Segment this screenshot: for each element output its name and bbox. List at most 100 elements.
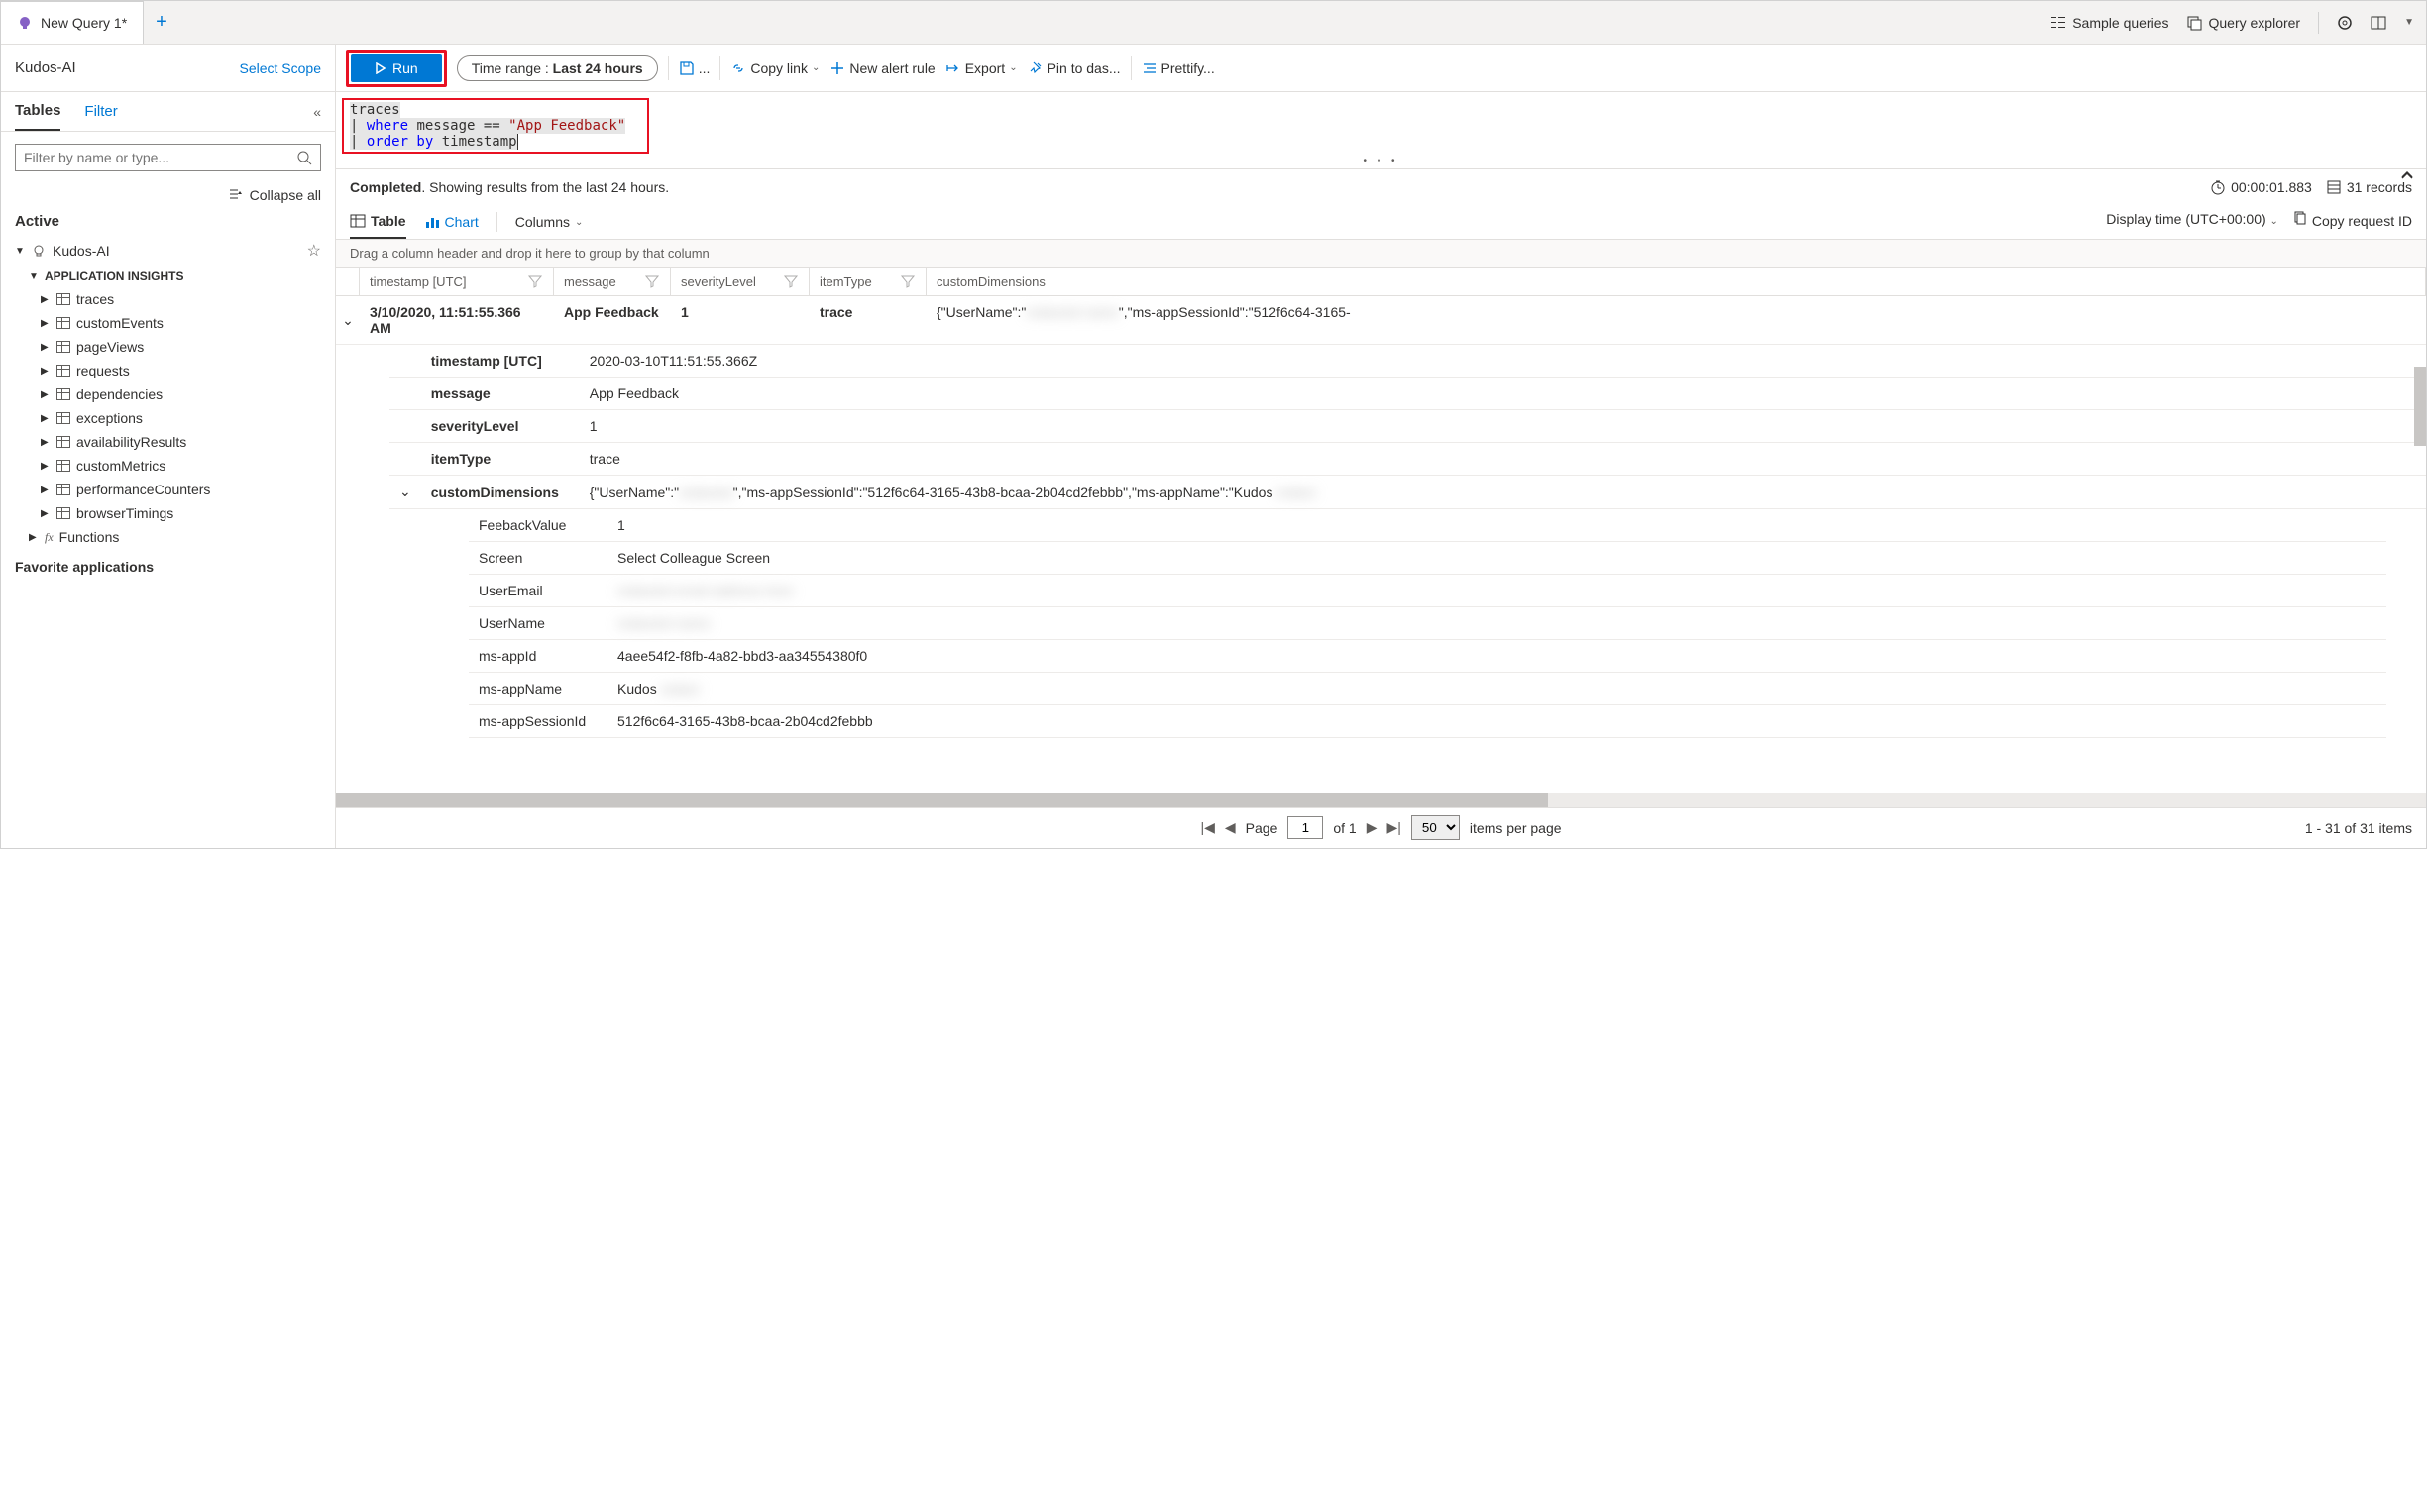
pager-page-label: Page [1246,820,1278,836]
lightbulb-icon [31,243,47,259]
table-row[interactable]: ⌄ 3/10/2020, 11:51:55.366 AM App Feedbac… [336,296,2426,345]
collapse-all-label: Collapse all [250,187,321,203]
tree-leaf-traces[interactable]: ▶traces [11,287,325,311]
star-icon[interactable]: ☆ [307,241,321,261]
table-icon [56,436,70,448]
lightbulb-icon [17,15,33,31]
status-summary: . Showing results from the last 24 hours… [421,179,669,195]
display-time-button[interactable]: Display time (UTC+00:00) ⌄ [2106,211,2278,227]
duration-stat: 00:00:01.883 [2210,179,2312,195]
caret-down-icon: ▼ [15,246,25,257]
table-icon [56,341,70,353]
copy-request-button[interactable]: Copy request ID [2292,210,2412,229]
results-tab-table[interactable]: Table [350,205,406,239]
caret-right-icon: ▶ [41,437,51,448]
expand-row-icon[interactable]: ⌄ [336,296,360,344]
col-header-message[interactable]: message [554,268,671,295]
vertical-scrollbar[interactable] [2414,367,2426,446]
tree-functions[interactable]: ▶ fx Functions [11,525,325,549]
pager-last-button[interactable]: ▶| [1387,819,1401,836]
tree-root-node[interactable]: ▼ Kudos-AI ☆ [11,236,325,266]
tree-leaf-performanceCounters[interactable]: ▶performanceCounters [11,478,325,501]
filter-icon[interactable] [644,273,660,289]
save-button[interactable]: ... [679,60,711,76]
chevron-down-icon[interactable]: ▼ [2404,17,2414,28]
tree-category[interactable]: ▼ APPLICATION INSIGHTS [11,266,325,287]
results-drag-handle[interactable]: • • • [336,154,2426,168]
chevron-down-icon: ⌄ [1009,62,1017,73]
time-range-pill[interactable]: Time range : Last 24 hours [457,55,658,81]
panel-icon[interactable] [2371,15,2386,31]
export-label: Export [965,60,1005,76]
run-button[interactable]: Run [351,54,442,82]
gear-icon[interactable] [2337,15,2353,31]
col-header-severity[interactable]: severityLevel [671,268,810,295]
plus-icon [829,60,845,76]
save-more: ... [699,60,711,76]
columns-button[interactable]: Columns ⌄ [515,206,584,238]
new-alert-button[interactable]: New alert rule [829,60,935,76]
filter-icon[interactable] [900,273,916,289]
horizontal-scrollbar[interactable] [336,793,2426,807]
collapse-all-button[interactable]: Collapse all [1,183,335,207]
query-explorer-label: Query explorer [2209,15,2301,31]
pager-prev-button[interactable]: ◀ [1225,819,1236,836]
tree-leaf-customMetrics[interactable]: ▶customMetrics [11,454,325,478]
query-line-1: traces [350,102,400,118]
copy-link-button[interactable]: Copy link ⌄ [730,60,820,76]
export-button[interactable]: Export ⌄ [945,60,1018,76]
tree-leaf-requests[interactable]: ▶requests [11,359,325,382]
prettify-label: Prettify... [1161,60,1215,76]
caret-right-icon: ▶ [41,318,51,329]
status-completed: Completed [350,179,421,195]
tree-leaf-dependencies[interactable]: ▶dependencies [11,382,325,406]
pager-ipp-label: items per page [1470,820,1562,836]
search-input[interactable] [24,150,296,165]
chevron-down-icon: ⌄ [812,62,820,73]
search-icon [296,150,312,165]
query-explorer-button[interactable]: Query explorer [2187,15,2301,31]
sample-queries-button[interactable]: Sample queries [2050,15,2168,31]
add-tab-button[interactable]: + [144,11,179,34]
pager-next-button[interactable]: ▶ [1367,819,1378,836]
group-hint[interactable]: Drag a column header and drop it here to… [336,240,2426,268]
collapse-sidebar-icon[interactable]: « [313,104,321,130]
pager-first-button[interactable]: |◀ [1200,819,1214,836]
prettify-button[interactable]: Prettify... [1142,60,1215,76]
sample-queries-label: Sample queries [2072,15,2168,31]
tree-leaf-pageViews[interactable]: ▶pageViews [11,335,325,359]
pin-button[interactable]: Pin to das... [1028,60,1121,76]
section-active: Active [1,207,335,236]
collapse-results-icon[interactable] [2400,167,2414,183]
tree-leaf-customEvents[interactable]: ▶customEvents [11,311,325,335]
col-header-itemtype[interactable]: itemType [810,268,927,295]
fx-icon: fx [45,530,54,545]
tree-leaf-browserTimings[interactable]: ▶browserTimings [11,501,325,525]
list-icon [2050,15,2066,31]
tab-tables[interactable]: Tables [15,102,60,131]
chart-icon [424,214,440,230]
chevron-down-icon: ⌄ [2270,216,2278,227]
tree-leaf-exceptions[interactable]: ▶exceptions [11,406,325,430]
pager-page-input[interactable] [1287,816,1323,839]
expand-nested-icon[interactable]: ⌄ [389,476,421,509]
results-tab-chart[interactable]: Chart [424,206,479,238]
col-header-timestamp[interactable]: timestamp [UTC] [360,268,554,295]
caret-right-icon: ▶ [41,389,51,400]
tree-leaf-availabilityResults[interactable]: ▶availabilityResults [11,430,325,454]
query-editor[interactable]: traces | where message == "App Feedback"… [342,98,649,154]
col-header-customdimensions[interactable]: customDimensions [927,268,2426,295]
chevron-down-icon: ⌄ [575,217,583,228]
export-icon [945,60,961,76]
tab-filter[interactable]: Filter [84,103,117,130]
caret-right-icon: ▶ [41,413,51,424]
sidebar-search[interactable] [15,144,321,171]
query-tab[interactable]: New Query 1* [1,1,144,44]
filter-icon[interactable] [783,273,799,289]
table-icon [56,293,70,305]
pager-size-select[interactable]: 50 [1411,815,1460,840]
run-label: Run [392,60,418,76]
filter-icon[interactable] [527,273,543,289]
select-scope-link[interactable]: Select Scope [240,60,322,76]
caret-right-icon: ▶ [41,485,51,495]
